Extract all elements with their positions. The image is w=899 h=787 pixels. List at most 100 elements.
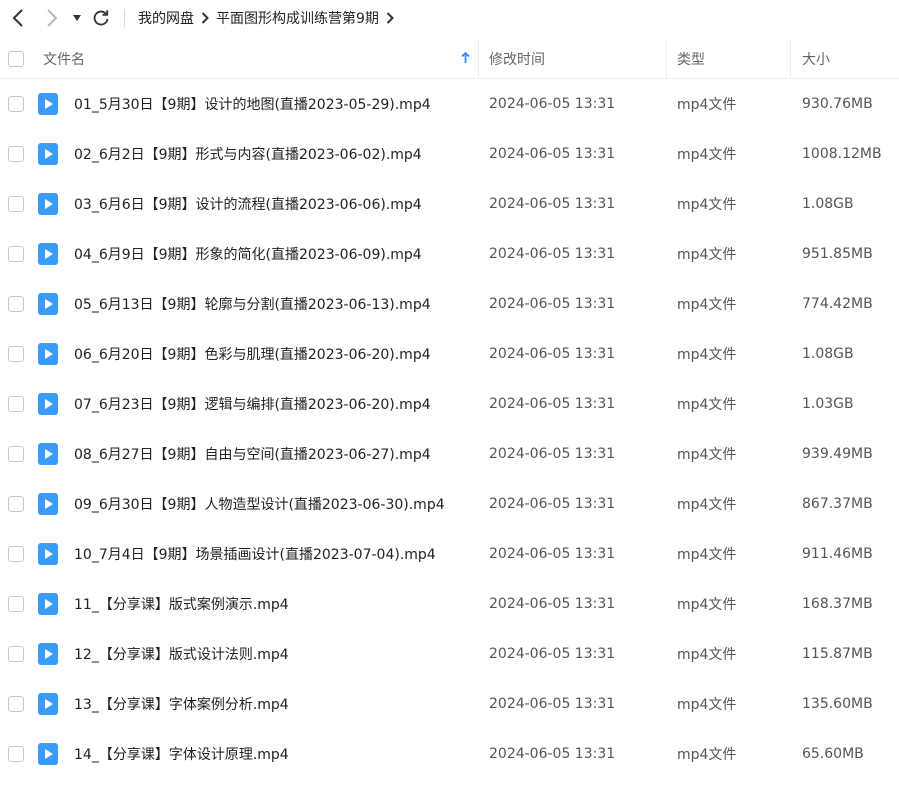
video-file-icon — [38, 743, 58, 765]
column-header-modified[interactable]: 修改时间 — [489, 49, 545, 69]
file-type: mp4文件 — [677, 497, 737, 513]
file-modified-time: 2024-06-05 13:31 — [489, 246, 616, 262]
file-name[interactable]: 06_6月20日【9期】色彩与肌理(直播2023-06-20).mp4 — [74, 344, 431, 364]
file-modified-time: 2024-06-05 13:31 — [489, 696, 616, 712]
file-type: mp4文件 — [677, 647, 737, 663]
file-row[interactable]: 10_7月4日【9期】场景插画设计(直播2023-07-04).mp4 2024-… — [0, 529, 899, 579]
chevron-right-icon[interactable] — [194, 12, 216, 24]
video-file-icon — [38, 693, 58, 715]
video-file-icon — [38, 543, 58, 565]
checkbox-box[interactable] — [8, 696, 24, 712]
file-row[interactable]: 02_6月2日【9期】形式与内容(直播2023-06-02).mp4 2024-0… — [0, 129, 899, 179]
row-checkbox[interactable] — [8, 96, 24, 112]
file-row[interactable]: 09_6月30日【9期】人物造型设计(直播2023-06-30).mp4 2024… — [0, 479, 899, 529]
select-all-checkbox[interactable] — [8, 51, 24, 67]
file-name[interactable]: 07_6月23日【9期】逻辑与编排(直播2023-06-20).mp4 — [74, 394, 431, 414]
checkbox-box[interactable] — [8, 546, 24, 562]
file-type: mp4文件 — [677, 547, 737, 563]
column-header-name[interactable]: 文件名 — [43, 49, 85, 69]
checkbox-box[interactable] — [8, 596, 24, 612]
navigation-toolbar: 我的网盘 平面图形构成训练营第9期 — [0, 0, 899, 36]
file-row[interactable]: 01_5月30日【9期】设计的地图(直播2023-05-29).mp4 2024-… — [0, 79, 899, 129]
column-header-size[interactable]: 大小 — [802, 49, 830, 69]
column-divider[interactable] — [478, 40, 479, 78]
back-button[interactable] — [5, 3, 31, 33]
checkbox-box[interactable] — [8, 396, 24, 412]
forward-button[interactable] — [39, 3, 65, 33]
breadcrumb-item[interactable]: 我的网盘 — [138, 8, 194, 28]
file-type: mp4文件 — [677, 697, 737, 713]
checkbox-box[interactable] — [8, 646, 24, 662]
file-name[interactable]: 14_【分享课】字体设计原理.mp4 — [74, 744, 289, 764]
row-checkbox[interactable] — [8, 646, 24, 662]
file-name[interactable]: 13_【分享课】字体案例分析.mp4 — [74, 694, 289, 714]
file-name[interactable]: 02_6月2日【9期】形式与内容(直播2023-06-02).mp4 — [74, 144, 422, 164]
file-row[interactable]: 03_6月6日【9期】设计的流程(直播2023-06-06).mp4 2024-0… — [0, 179, 899, 229]
checkbox-box[interactable] — [8, 296, 24, 312]
history-dropdown-button[interactable] — [68, 3, 86, 33]
checkbox-box[interactable] — [8, 246, 24, 262]
row-checkbox[interactable] — [8, 196, 24, 212]
chevron-left-icon — [12, 9, 23, 27]
row-checkbox[interactable] — [8, 296, 24, 312]
row-checkbox[interactable] — [8, 496, 24, 512]
row-checkbox[interactable] — [8, 346, 24, 362]
file-name[interactable]: 01_5月30日【9期】设计的地图(直播2023-05-29).mp4 — [74, 94, 431, 114]
file-size: 135.60MB — [802, 696, 873, 712]
file-row[interactable]: 13_【分享课】字体案例分析.mp4 2024-06-05 13:31 mp4文件 1… — [0, 679, 899, 729]
file-row[interactable]: 06_6月20日【9期】色彩与肌理(直播2023-06-20).mp4 2024-… — [0, 329, 899, 379]
checkbox-box[interactable] — [8, 196, 24, 212]
file-name[interactable]: 12_【分享课】版式设计法则.mp4 — [74, 644, 289, 664]
chevron-right-icon[interactable] — [379, 12, 401, 24]
file-name[interactable]: 04_6月9日【9期】形象的简化(直播2023-06-09).mp4 — [74, 244, 422, 264]
file-row[interactable]: 08_6月27日【9期】自由与空间(直播2023-06-27).mp4 2024-… — [0, 429, 899, 479]
video-file-icon — [38, 393, 58, 415]
row-checkbox[interactable] — [8, 746, 24, 762]
video-file-icon — [38, 243, 58, 265]
row-checkbox[interactable] — [8, 146, 24, 162]
file-size: 1.08GB — [802, 196, 854, 212]
file-name[interactable]: 05_6月13日【9期】轮廓与分割(直播2023-06-13).mp4 — [74, 294, 431, 314]
file-type: mp4文件 — [677, 247, 737, 263]
checkbox-box[interactable] — [8, 96, 24, 112]
checkbox-box[interactable] — [8, 446, 24, 462]
file-row[interactable]: 14_【分享课】字体设计原理.mp4 2024-06-05 13:31 mp4文件 6… — [0, 729, 899, 779]
row-checkbox[interactable] — [8, 596, 24, 612]
row-checkbox[interactable] — [8, 446, 24, 462]
checkbox-box[interactable] — [8, 146, 24, 162]
file-name[interactable]: 11_【分享课】版式案例演示.mp4 — [74, 594, 289, 614]
video-file-icon — [38, 643, 58, 665]
checkbox-box[interactable] — [8, 346, 24, 362]
file-row[interactable]: 07_6月23日【9期】逻辑与编排(直播2023-06-20).mp4 2024-… — [0, 379, 899, 429]
toolbar-divider — [124, 9, 125, 27]
breadcrumb-item[interactable]: 平面图形构成训练营第9期 — [216, 8, 379, 28]
file-modified-time: 2024-06-05 13:31 — [489, 746, 616, 762]
refresh-icon — [93, 10, 109, 26]
file-row[interactable]: 04_6月9日【9期】形象的简化(直播2023-06-09).mp4 2024-0… — [0, 229, 899, 279]
file-row[interactable]: 05_6月13日【9期】轮廓与分割(直播2023-06-13).mp4 2024-… — [0, 279, 899, 329]
video-file-icon — [38, 293, 58, 315]
file-row[interactable]: 12_【分享课】版式设计法则.mp4 2024-06-05 13:31 mp4文件 1… — [0, 629, 899, 679]
column-divider[interactable] — [790, 40, 791, 78]
file-name[interactable]: 10_7月4日【9期】场景插画设计(直播2023-07-04).mp4 — [74, 544, 436, 564]
file-name[interactable]: 03_6月6日【9期】设计的流程(直播2023-06-06).mp4 — [74, 194, 422, 214]
checkbox-box[interactable] — [8, 51, 24, 67]
checkbox-box[interactable] — [8, 496, 24, 512]
refresh-button[interactable] — [88, 3, 114, 33]
column-divider[interactable] — [666, 40, 667, 78]
file-name[interactable]: 09_6月30日【9期】人物造型设计(直播2023-06-30).mp4 — [74, 494, 445, 514]
file-row[interactable]: 11_【分享课】版式案例演示.mp4 2024-06-05 13:31 mp4文件 1… — [0, 579, 899, 629]
arrow-up-icon[interactable] — [461, 52, 470, 64]
file-size: 867.37MB — [802, 496, 873, 512]
row-checkbox[interactable] — [8, 246, 24, 262]
row-checkbox[interactable] — [8, 546, 24, 562]
column-header-type[interactable]: 类型 — [677, 49, 705, 69]
video-file-icon — [38, 143, 58, 165]
chevron-right-icon — [47, 9, 58, 27]
checkbox-box[interactable] — [8, 746, 24, 762]
row-checkbox[interactable] — [8, 396, 24, 412]
file-type: mp4文件 — [677, 747, 737, 763]
row-checkbox[interactable] — [8, 696, 24, 712]
file-type: mp4文件 — [677, 147, 737, 163]
file-name[interactable]: 08_6月27日【9期】自由与空间(直播2023-06-27).mp4 — [74, 444, 431, 464]
